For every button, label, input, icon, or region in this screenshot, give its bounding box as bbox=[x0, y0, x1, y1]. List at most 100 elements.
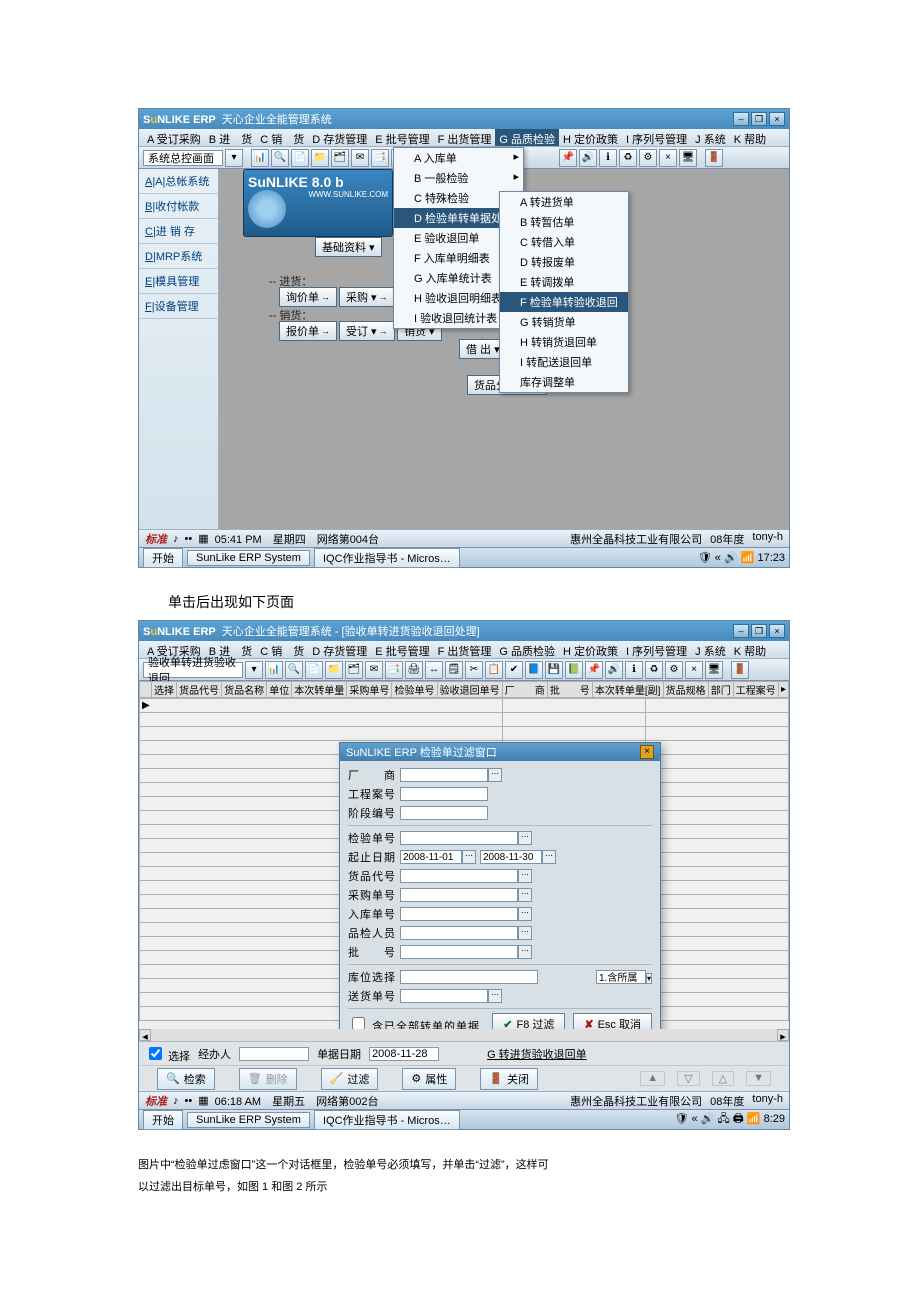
tb-dropdown-icon[interactable]: ▾ bbox=[225, 149, 243, 167]
t2-6[interactable]: ✉ bbox=[365, 661, 383, 679]
btn-jiansuo[interactable]: 🔍检索 bbox=[157, 1068, 215, 1090]
col-10[interactable]: 本次转单量[副] bbox=[592, 682, 663, 698]
btn-caigou[interactable]: 采购 ▾→ bbox=[339, 287, 395, 307]
btn-baojia[interactable]: 报价单→ bbox=[279, 321, 337, 341]
menu-j[interactable]: J 系统 bbox=[691, 129, 730, 146]
pick-date-to[interactable]: ⋯ bbox=[542, 850, 556, 864]
sidebar-item-b[interactable]: B|B|收付帐款收付帐款 bbox=[139, 194, 218, 219]
tb-5[interactable]: 🗂 bbox=[331, 149, 349, 167]
tb-r6[interactable]: × bbox=[659, 149, 677, 167]
table-row[interactable] bbox=[140, 727, 789, 741]
btn-filter-ok[interactable]: ✔F8 过滤 bbox=[492, 1013, 565, 1029]
nav-first[interactable]: ▲ bbox=[640, 1071, 665, 1086]
menu2-j[interactable]: J 系统 bbox=[691, 641, 730, 658]
input-jieduan[interactable] bbox=[400, 806, 488, 820]
pick-jydh[interactable]: ⋯ bbox=[518, 831, 532, 845]
kw-dd[interactable]: ▾ bbox=[646, 973, 652, 984]
t2-7[interactable]: 📑 bbox=[385, 661, 403, 679]
t2-1[interactable]: 📊 bbox=[265, 661, 283, 679]
sidebar-item-c[interactable]: C|进 销 存 bbox=[139, 219, 218, 244]
t2-3[interactable]: 📄 bbox=[305, 661, 323, 679]
dd2-b[interactable]: B 转暂估单 bbox=[500, 212, 628, 232]
menu2-f[interactable]: F 出货管理 bbox=[434, 641, 496, 658]
nav-next[interactable]: △ bbox=[712, 1071, 734, 1086]
dd1-a[interactable]: A 入库单 bbox=[394, 148, 523, 168]
col-2[interactable]: 货品名称 bbox=[222, 682, 267, 698]
col-13[interactable]: 工程案号 bbox=[733, 682, 778, 698]
sidebar-item-f[interactable]: F|设备管理 bbox=[139, 294, 218, 319]
tb-exit[interactable]: 🚪 bbox=[705, 149, 723, 167]
menu-k[interactable]: K 帮助 bbox=[730, 129, 770, 146]
input-pjry[interactable] bbox=[400, 926, 518, 940]
menu2-h[interactable]: H 定价政策 bbox=[559, 641, 622, 658]
dd1-b[interactable]: B 一般检验 bbox=[394, 168, 523, 188]
t2-22[interactable]: × bbox=[685, 661, 703, 679]
col-more[interactable]: ▸ bbox=[778, 682, 788, 698]
t2-exit[interactable]: 🚪 bbox=[731, 661, 749, 679]
t2-11[interactable]: ✂ bbox=[465, 661, 483, 679]
restore-button[interactable]: ❐ bbox=[751, 112, 767, 126]
input-shdh[interactable] bbox=[400, 989, 488, 1003]
menu-e[interactable]: E 批号管理 bbox=[371, 129, 433, 146]
input-cgdh[interactable] bbox=[400, 888, 518, 902]
col-7[interactable]: 验收退回单号 bbox=[437, 682, 502, 698]
tb-2[interactable]: 🔍 bbox=[271, 149, 289, 167]
col-1[interactable]: 货品代号 bbox=[177, 682, 222, 698]
btn-guanbi[interactable]: 🚪关闭 bbox=[480, 1068, 538, 1090]
input-rkdh[interactable] bbox=[400, 907, 518, 921]
sidebar-item-a[interactable]: A|A|总帐系统 bbox=[139, 169, 218, 194]
btn-shanchu[interactable]: 🗑删除 bbox=[239, 1068, 297, 1090]
col-4[interactable]: 本次转单量 bbox=[292, 682, 347, 698]
restore-button-2[interactable]: ❐ bbox=[751, 624, 767, 638]
t2-23[interactable]: 🖥 bbox=[705, 661, 723, 679]
dd2-h[interactable]: H 转销货退回单 bbox=[500, 332, 628, 352]
tb-1[interactable]: 📊 bbox=[251, 149, 269, 167]
chk-select[interactable]: 选择 bbox=[145, 1044, 190, 1064]
close-button-2[interactable]: × bbox=[769, 624, 785, 638]
input-date-to[interactable] bbox=[480, 850, 542, 864]
col-8[interactable]: 厂 商 bbox=[502, 682, 547, 698]
tb-r7[interactable]: 🖥 bbox=[679, 149, 697, 167]
minimize-button[interactable]: – bbox=[733, 112, 749, 126]
col-12[interactable]: 部门 bbox=[708, 682, 733, 698]
pick-hpdh[interactable]: ⋯ bbox=[518, 869, 532, 883]
pick-pjry[interactable]: ⋯ bbox=[518, 926, 532, 940]
t2-10[interactable]: 🗒 bbox=[445, 661, 463, 679]
t2-19[interactable]: ℹ bbox=[625, 661, 643, 679]
task-sunlike-2[interactable]: SunLike ERP System bbox=[187, 1112, 310, 1128]
input-jbr[interactable] bbox=[239, 1047, 309, 1061]
t2-4[interactable]: 📁 bbox=[325, 661, 343, 679]
tb-7[interactable]: 📑 bbox=[371, 149, 389, 167]
dd2-e[interactable]: E 转调拨单 bbox=[500, 272, 628, 292]
dd2-i[interactable]: I 转配送退回单 bbox=[500, 352, 628, 372]
kw-select[interactable] bbox=[596, 970, 646, 984]
menu2-i[interactable]: I 序列号管理 bbox=[622, 641, 691, 658]
menu-h[interactable]: H 定价政策 bbox=[559, 129, 622, 146]
menu2-d[interactable]: D 存货管理 bbox=[308, 641, 371, 658]
menu-f[interactable]: F 出货管理 bbox=[434, 129, 496, 146]
input-djrq[interactable] bbox=[369, 1047, 439, 1061]
tb-4[interactable]: 📁 bbox=[311, 149, 329, 167]
dialog-close-button[interactable]: × bbox=[640, 745, 654, 759]
nav-last[interactable]: ▼ bbox=[746, 1071, 771, 1086]
pick-changshang[interactable]: ⋯ bbox=[488, 768, 502, 782]
tb-r5[interactable]: ⚙ bbox=[639, 149, 657, 167]
task-sunlike[interactable]: SunLike ERP System bbox=[187, 550, 310, 566]
t2-12[interactable]: 📋 bbox=[485, 661, 503, 679]
h-scrollbar[interactable]: ◂▸ bbox=[139, 1029, 789, 1041]
tb-r2[interactable]: 🔊 bbox=[579, 149, 597, 167]
input-hpdh[interactable] bbox=[400, 869, 518, 883]
col-5[interactable]: 采购单号 bbox=[347, 682, 392, 698]
pick-ph[interactable]: ⋯ bbox=[518, 945, 532, 959]
task-word-2[interactable]: IQC作业指导书 - Micros… bbox=[314, 1110, 460, 1130]
t2-16[interactable]: 📗 bbox=[565, 661, 583, 679]
input-jydh[interactable] bbox=[400, 831, 518, 845]
col-3[interactable]: 单位 bbox=[267, 682, 292, 698]
t2-15[interactable]: 💾 bbox=[545, 661, 563, 679]
btn-xunjia[interactable]: 询价单→ bbox=[279, 287, 337, 307]
pick-cgdh[interactable]: ⋯ bbox=[518, 888, 532, 902]
dd2-d[interactable]: D 转报废单 bbox=[500, 252, 628, 272]
t2-13[interactable]: ✔ bbox=[505, 661, 523, 679]
start-button[interactable]: 开始 bbox=[143, 548, 183, 568]
input-ph[interactable] bbox=[400, 945, 518, 959]
